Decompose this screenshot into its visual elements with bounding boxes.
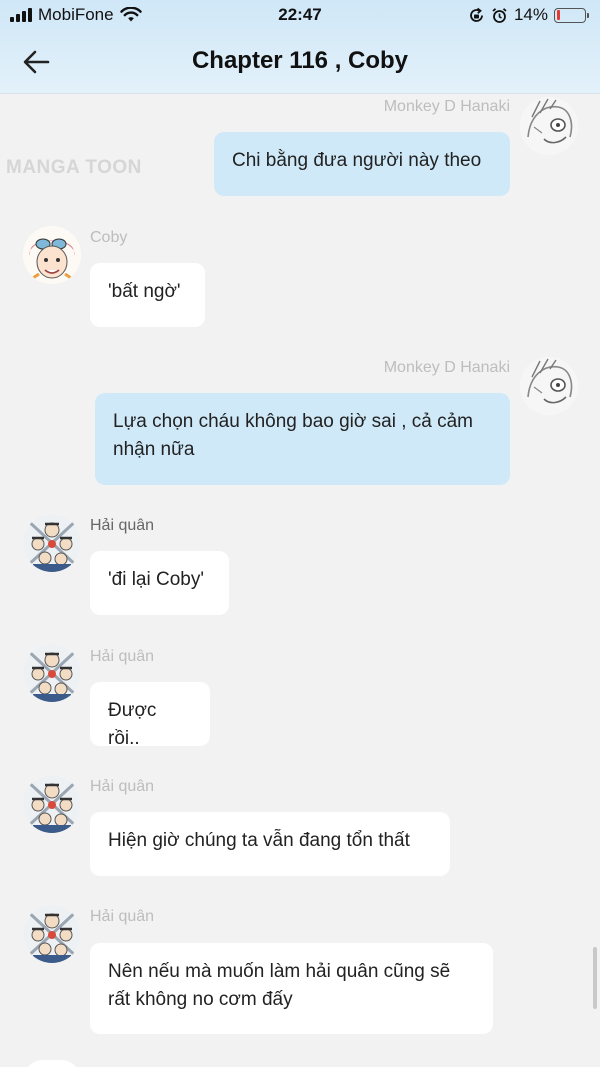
avatar-hai-quan[interactable] [23, 775, 81, 833]
group-portrait-icon [23, 775, 81, 833]
sender-name: Monkey D Hanaki [383, 359, 510, 376]
message-bubble[interactable]: Chi bằng đưa người này theo [214, 132, 510, 196]
avatar-monkey-d-hanaki[interactable] [520, 357, 578, 415]
group-portrait-icon [23, 905, 81, 963]
status-right: 14% [468, 5, 589, 25]
sender-name: Coby [90, 229, 128, 246]
message-bubble[interactable]: 'bất ngờ' [90, 263, 205, 327]
avatar-partial [23, 1060, 81, 1067]
avatar-monkey-d-hanaki[interactable] [520, 97, 578, 155]
coby-portrait-icon [23, 226, 81, 284]
sketch-face-icon [520, 357, 578, 415]
chat-area[interactable]: MANGA TOON Monkey D Hanaki Chi bằng đưa … [0, 95, 600, 1067]
message-bubble[interactable]: Hiện giờ chúng ta vẫn đang tổn thất [90, 812, 450, 876]
sketch-face-icon [520, 97, 578, 155]
message-bubble[interactable]: 'đi lại Coby' [90, 551, 229, 615]
message-bubble[interactable]: Nên nếu mà muốn làm hải quân cũng sẽ rất… [90, 943, 493, 1034]
avatar-hai-quan[interactable] [23, 514, 81, 572]
sender-name: Hải quân [90, 648, 155, 665]
sender-name: Monkey D Hanaki [383, 98, 510, 115]
header: Chapter 116 , Coby [0, 30, 600, 94]
battery-icon [554, 7, 589, 23]
page-title: Chapter 116 , Coby [191, 47, 409, 74]
sender-name: Hải quân [90, 517, 155, 534]
group-portrait-icon [23, 644, 81, 702]
message-bubble[interactable]: Lựa chọn cháu không bao giờ sai , cả cảm… [95, 393, 510, 485]
avatar-coby[interactable] [23, 226, 81, 284]
top-bar: MobiFone 22:47 14% Chapter 116 , Coby [0, 0, 600, 94]
battery-fill [556, 10, 561, 20]
sender-name: Hải quân [90, 908, 155, 925]
status-bar: MobiFone 22:47 14% [0, 0, 600, 30]
sender-name: Hải quân [90, 778, 155, 795]
avatar-hai-quan[interactable] [23, 905, 81, 963]
message-bubble[interactable]: Được rồi.. [90, 682, 210, 749]
rotation-lock-icon [470, 7, 483, 22]
avatar-hai-quan[interactable] [23, 644, 81, 702]
alarm-icon [492, 7, 507, 23]
group-portrait-icon [23, 514, 81, 572]
scrollbar[interactable] [593, 947, 597, 1009]
watermark-logo: MANGA TOON [6, 157, 142, 178]
battery-percent: 14% [513, 5, 548, 24]
